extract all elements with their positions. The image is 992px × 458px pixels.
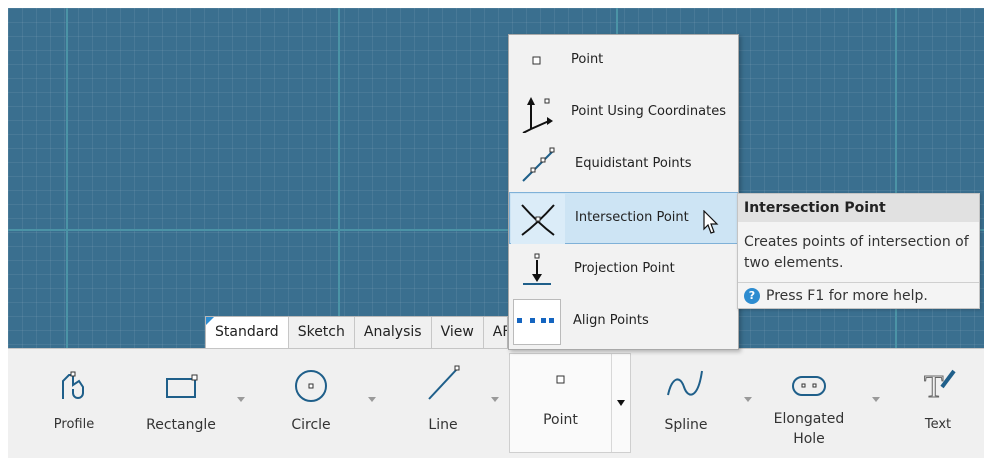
menu-item-align-points[interactable]: Align Points [509, 296, 738, 348]
mouse-cursor-icon [703, 209, 721, 240]
circle-label: Circle [291, 417, 331, 433]
menu-item-point[interactable]: Point [509, 35, 738, 87]
line-icon [423, 355, 463, 403]
elongated-hole-dropdown-caret[interactable] [872, 397, 880, 402]
elongated-hole-label: Elongated Hole [773, 411, 845, 447]
intersection-point-icon [511, 194, 565, 244]
point-split-button[interactable]: Point [509, 353, 631, 453]
menu-item-point-using-coordinates[interactable]: Point Using Coordinates [509, 87, 738, 139]
profile-icon [57, 355, 91, 403]
menu-item-label: Point [571, 52, 604, 67]
tooltip-title: Intersection Point [738, 194, 979, 222]
tab-af[interactable]: AF [484, 317, 507, 348]
tab-analysis[interactable]: Analysis [355, 317, 432, 348]
align-points-icon [510, 297, 564, 347]
coordinates-axes-icon [510, 88, 564, 138]
text-button[interactable]: T Text [918, 349, 958, 449]
grid-line [66, 8, 68, 348]
tooltip: Intersection Point Creates points of int… [737, 193, 980, 309]
point-label: Point [543, 412, 578, 428]
point-button[interactable]: Point [510, 354, 611, 452]
tooltip-help-text: Press F1 for more help. [766, 287, 928, 304]
point-icon [555, 374, 567, 390]
elongated-hole-button[interactable]: Elongated Hole [763, 349, 855, 449]
ribbon-toolbar: Profile Rectangle Circle Line Point Spli… [8, 348, 984, 458]
profile-button[interactable]: Profile [46, 349, 102, 449]
tab-standard[interactable]: Standard [206, 317, 289, 348]
menu-item-label: Projection Point [574, 261, 675, 276]
circle-icon [291, 355, 331, 403]
spline-dropdown-caret[interactable] [744, 397, 752, 402]
circle-dropdown-caret[interactable] [368, 397, 376, 402]
line-label: Line [428, 417, 458, 433]
tab-view[interactable]: View [432, 317, 484, 348]
elongated-hole-icon [787, 355, 831, 401]
tab-sketch[interactable]: Sketch [289, 317, 355, 348]
rectangle-icon [161, 355, 201, 403]
menu-item-equidistant-points[interactable]: Equidistant Points [509, 139, 738, 191]
spline-button[interactable]: Spline [651, 349, 721, 449]
text-label: Text [924, 417, 952, 432]
rectangle-dropdown-caret[interactable] [237, 397, 245, 402]
menu-item-label: Point Using Coordinates [571, 104, 726, 119]
tooltip-help: ? Press F1 for more help. [738, 282, 979, 308]
menu-item-label: Align Points [573, 313, 649, 328]
tooltip-body: Creates points of intersection of two el… [744, 234, 969, 271]
point-dropdown-menu: Point Point Using Coordinates Equidistan… [508, 34, 739, 350]
menu-item-label: Equidistant Points [575, 156, 692, 171]
text-icon: T [920, 355, 956, 403]
chevron-down-icon [617, 400, 625, 406]
profile-label: Profile [53, 417, 95, 432]
point-dropdown-toggle[interactable] [611, 354, 630, 452]
line-dropdown-caret[interactable] [491, 397, 499, 402]
tab-corner-marker [206, 317, 214, 325]
menu-item-projection-point[interactable]: Projection Point [509, 244, 738, 296]
line-button[interactable]: Line [408, 349, 478, 449]
rectangle-label: Rectangle [146, 417, 216, 433]
workbench-tabs: Standard Sketch Analysis View AF [205, 316, 508, 348]
spline-label: Spline [664, 417, 708, 433]
point-icon [510, 36, 564, 86]
menu-item-label: Intersection Point [575, 210, 689, 225]
rectangle-button[interactable]: Rectangle [136, 349, 226, 449]
circle-button[interactable]: Circle [276, 349, 346, 449]
grid-line [338, 8, 340, 348]
equidistant-points-icon [510, 140, 564, 190]
projection-point-icon [510, 245, 564, 295]
spline-icon [664, 355, 708, 403]
help-icon: ? [744, 287, 760, 304]
